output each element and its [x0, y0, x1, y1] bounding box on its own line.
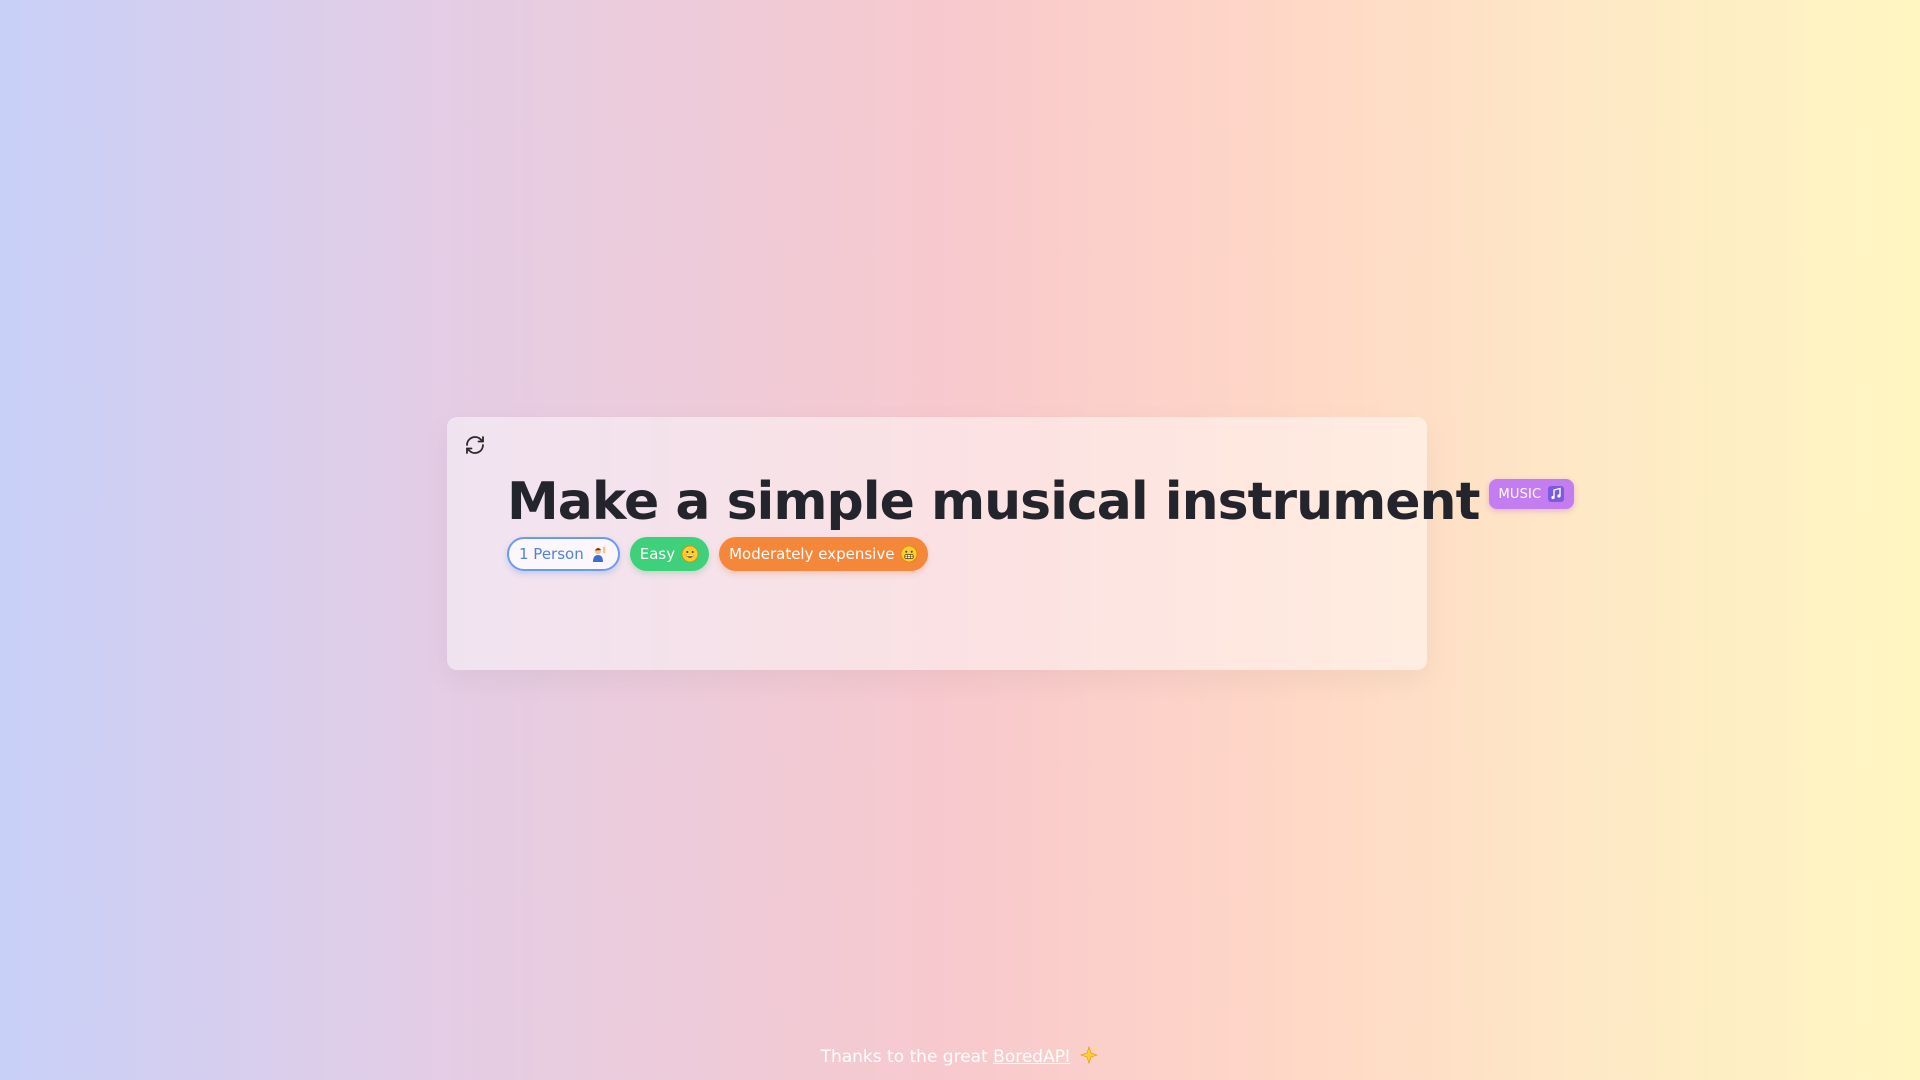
title-row: Make a simple musical instrument MUSIC: [507, 469, 1575, 535]
participants-tag: 1 Person: [507, 537, 620, 571]
refresh-icon[interactable]: [463, 433, 487, 457]
grinning-face-icon: [681, 545, 699, 563]
price-tag: Moderately expensive: [719, 537, 929, 571]
sparkles-icon: [1079, 1045, 1099, 1070]
type-badge: MUSIC: [1489, 479, 1575, 509]
activity-title: Make a simple musical instrument: [507, 472, 1480, 532]
participants-label: 1 Person: [519, 545, 584, 563]
footer-text: Thanks to the great: [820, 1047, 988, 1067]
difficulty-tag: Easy: [629, 537, 710, 571]
price-label: Moderately expensive: [729, 545, 895, 563]
grimacing-face-icon: [900, 545, 918, 563]
music-note-icon: [1547, 485, 1565, 503]
activity-card: Make a simple musical instrument MUSIC 1…: [447, 417, 1575, 670]
person-raising-hand-icon: [590, 545, 608, 563]
difficulty-label: Easy: [639, 545, 676, 563]
activity-content: Make a simple musical instrument MUSIC 1…: [507, 469, 1575, 571]
footer: Thanks to the great BoredAPI: [0, 1045, 1920, 1070]
type-badge-label: MUSIC: [1498, 486, 1542, 502]
boredapi-link[interactable]: BoredAPI: [993, 1047, 1070, 1067]
tag-list: 1 Person Easy Moderately expensive: [507, 537, 1387, 571]
